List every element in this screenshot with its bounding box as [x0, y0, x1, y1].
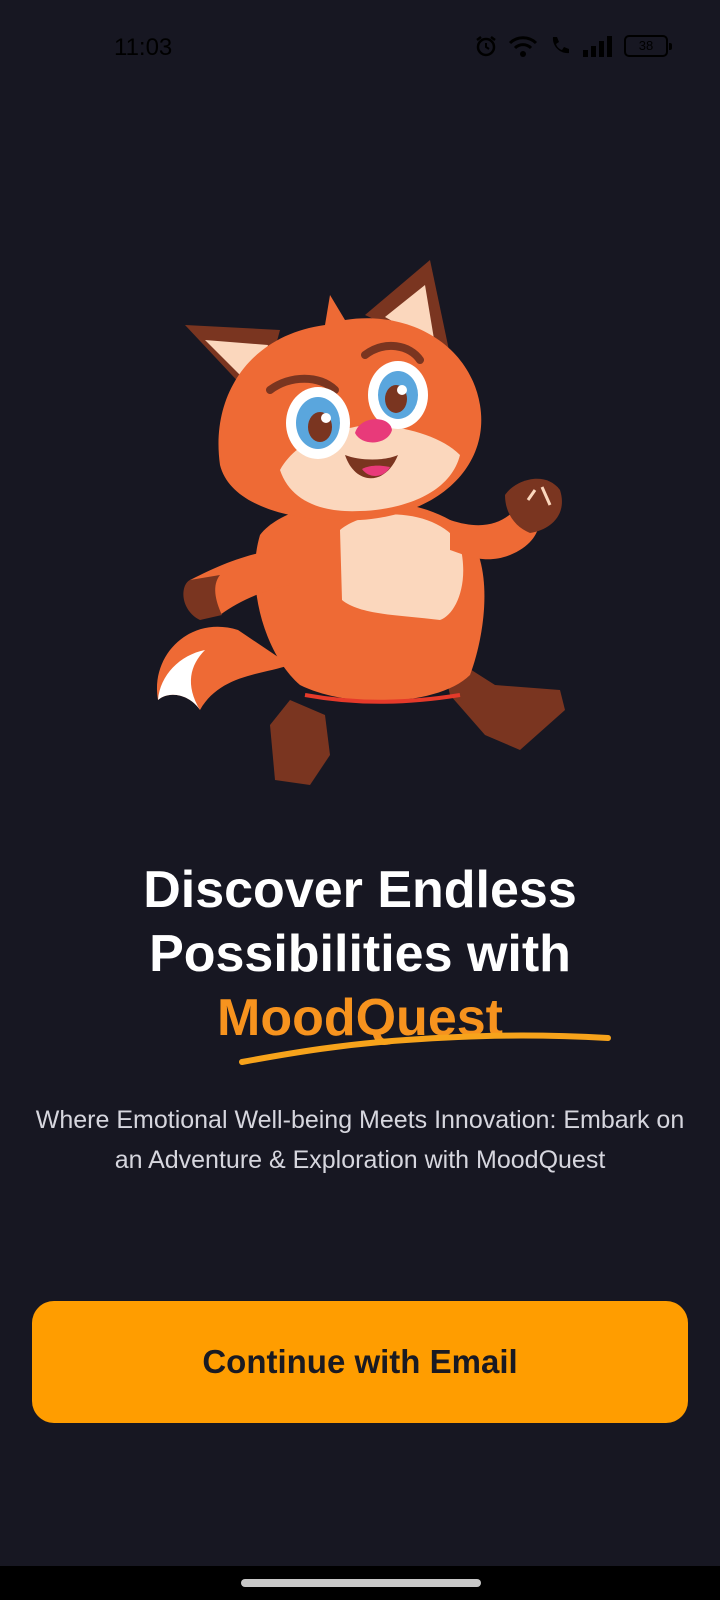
brand-underline-decoration — [239, 1032, 611, 1065]
status-bar: 11:03 38 — [0, 0, 720, 96]
call-icon — [548, 34, 572, 58]
headline-line-2: Possibilities with — [149, 925, 571, 983]
signal-icon — [582, 35, 614, 57]
headline-line-1: Discover Endless — [143, 861, 577, 919]
wifi-icon — [508, 34, 538, 58]
continue-with-email-button[interactable]: Continue with Email — [32, 1301, 688, 1423]
alarm-icon — [474, 34, 498, 58]
battery-icon: 38 — [624, 35, 672, 57]
fox-mascot-illustration — [150, 255, 580, 800]
status-time: 11:03 — [114, 34, 173, 61]
subtitle: Where Emotional Well-being Meets Innovat… — [35, 1106, 685, 1174]
home-indicator[interactable] — [241, 1579, 481, 1587]
status-icons: 38 — [474, 34, 672, 58]
